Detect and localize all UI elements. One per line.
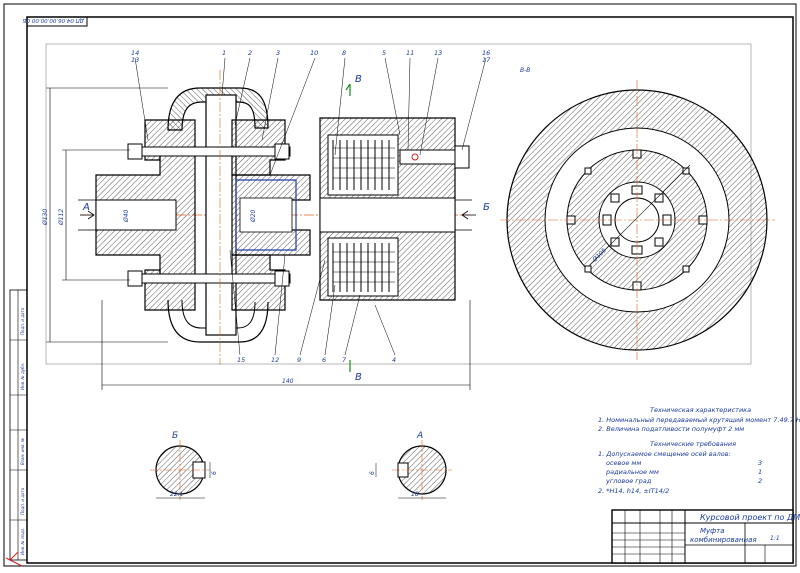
adjusting-screw	[399, 149, 456, 165]
dim-hub-dia: Ø40	[123, 209, 130, 223]
section-a-detail: А 18 6	[369, 431, 452, 500]
side-strip-label-3: Взам. инв. №	[20, 438, 25, 465]
technical-notes: Техническая характеристика 1. Номинальны…	[598, 406, 800, 495]
callout-5: 5	[382, 49, 386, 57]
main-section-view: Ø130 Ø112 Ø40 Ø20 140 А Б В В 14 13 1 2 …	[42, 49, 491, 390]
req-value-1: 3	[758, 459, 762, 467]
callout-17: 17	[482, 56, 491, 64]
marker-b: Б	[483, 202, 490, 213]
section-a-label: А	[416, 431, 423, 441]
section-b-label: Б	[172, 431, 178, 441]
callout-13a: 13	[131, 56, 139, 64]
req-line-5: 2. *Н14, h14, ±IT14/2	[598, 487, 669, 495]
callout-9: 9	[297, 356, 301, 364]
title-scale: 1:1	[770, 535, 780, 542]
char-line-2: 2. Величина податливости полумуфт 2 мм	[598, 425, 744, 433]
callout-6: 6	[322, 356, 326, 364]
req-line-4: угловое град	[605, 477, 652, 485]
side-strip-label-5: Подп. и дата	[20, 307, 25, 335]
marker-v-top: В	[355, 74, 362, 85]
callout-8: 8	[342, 49, 346, 57]
req-line-3: радиальное мм	[605, 468, 659, 476]
dim-bore-dia: Ø20	[250, 209, 257, 223]
section-title: В-В	[520, 67, 530, 74]
req-line-2: осевое мм	[606, 459, 641, 467]
req-value-3: 2	[758, 477, 762, 485]
section-b-width: 22.1	[170, 491, 183, 498]
char-line-1: 1. Номинальный передаваемый крутящий мом…	[598, 416, 800, 424]
section-b-height: 6	[211, 471, 218, 475]
callout-1: 1	[222, 49, 226, 57]
side-strip: Инв. № подл. Подп. и дата Взам. инв. № И…	[9, 289, 28, 561]
section-a-height: 6	[369, 471, 376, 475]
side-strip-label-2: Подп. и дата	[20, 487, 25, 515]
callout-12: 12	[271, 356, 279, 364]
req-title: Технические требования	[650, 440, 736, 448]
callout-10: 10	[310, 49, 318, 57]
title-name-2: комбинированная	[690, 536, 757, 544]
marker-v-bottom: В	[355, 372, 362, 383]
title-project: Курсовой проект по ДМ	[700, 513, 800, 522]
callout-7: 7	[342, 356, 347, 364]
req-value-2: 1	[758, 468, 762, 476]
callout-13: 13	[434, 49, 442, 57]
dim-flange-dia: Ø112	[58, 209, 65, 226]
callout-15: 15	[237, 356, 245, 364]
title-name-1: Муфта	[700, 527, 725, 535]
callout-2: 2	[248, 49, 252, 57]
section-b-detail: Б 22.1 6	[150, 431, 218, 500]
stamp-text: ДП 04.06.00.00.00 СБ	[22, 17, 85, 23]
req-line-1: 1. Допускаемое смещение осей валов:	[598, 450, 731, 458]
callout-11: 11	[406, 49, 414, 57]
section-a-width: 18	[411, 491, 419, 498]
title-block: Курсовой проект по ДМ Муфта комбинирован…	[611, 509, 800, 564]
drawing-sheet: ДП 04.06.00.00.00 СБ Инв. № подл. Подп. …	[3, 3, 800, 567]
dim-left-height: Ø130	[42, 209, 49, 226]
char-title: Техническая характеристика	[650, 406, 751, 414]
callout-3: 3	[276, 49, 280, 57]
section-view-vv: В-В Ø105	[500, 67, 775, 360]
side-strip-label-1: Инв. № подл.	[20, 527, 25, 555]
callout-4: 4	[392, 356, 396, 364]
side-strip-label-4: Инв. № дубл.	[20, 363, 25, 390]
dim-overall-length: 140	[282, 378, 294, 385]
